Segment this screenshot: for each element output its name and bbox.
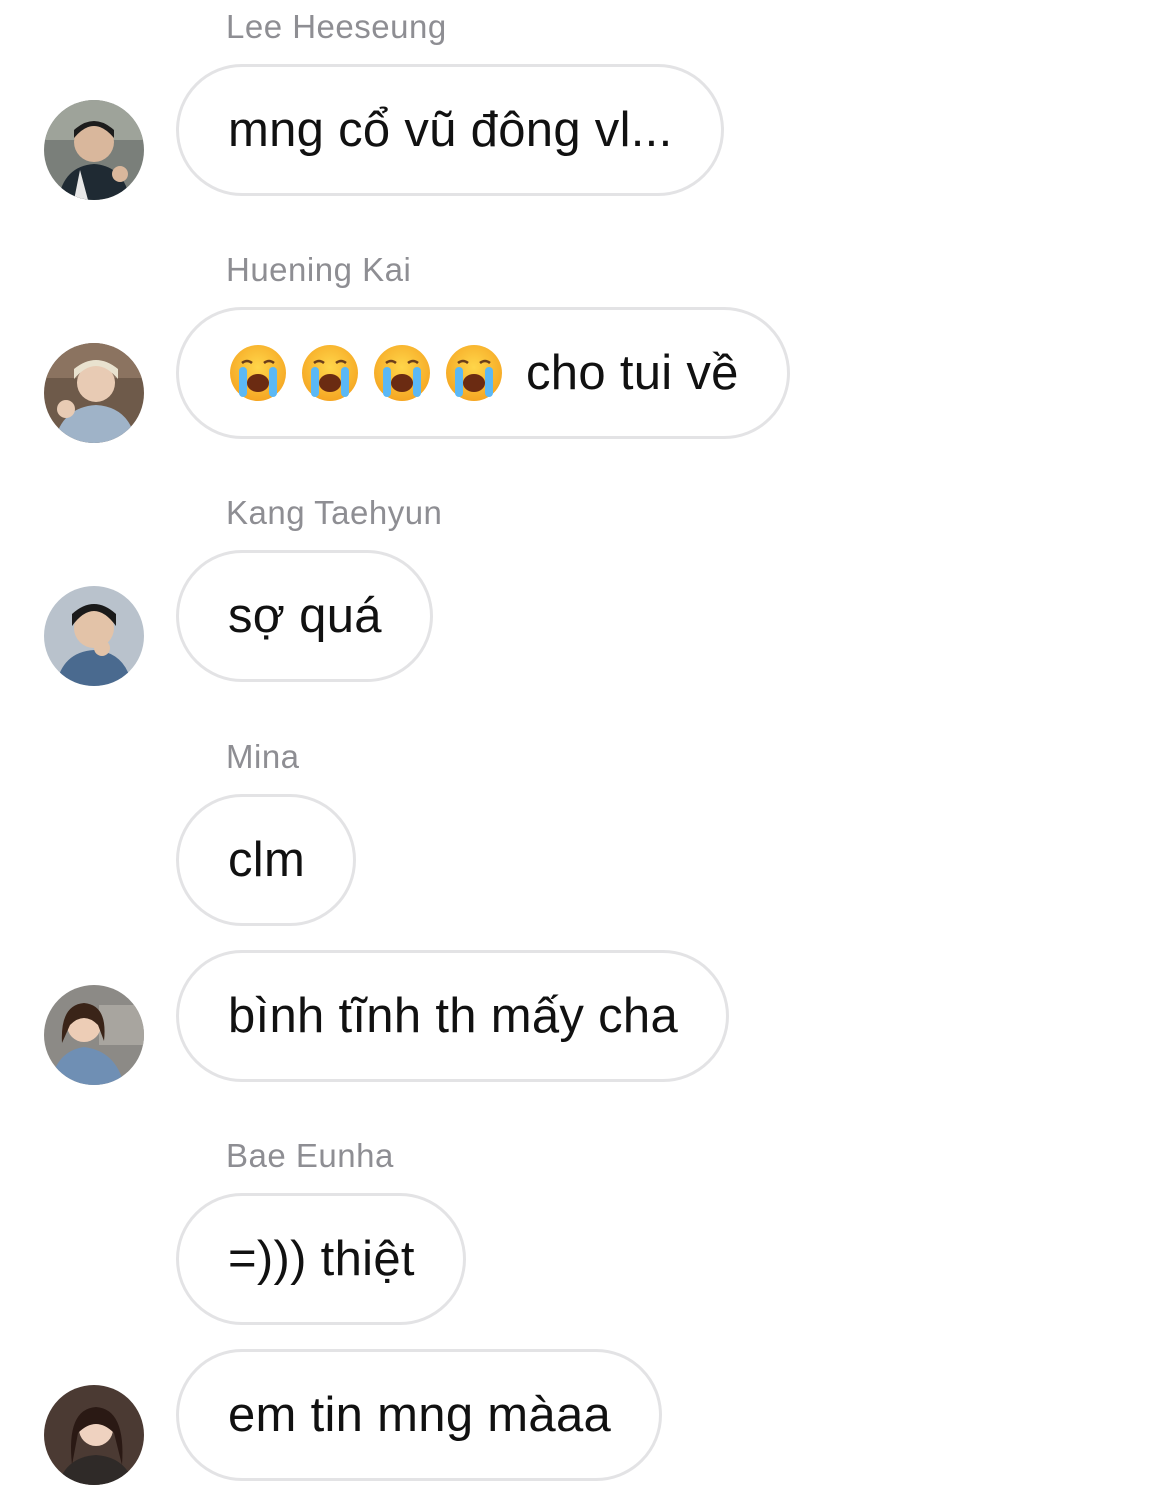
chat-thread: Lee Heeseung mng cổ vũ đông vl... Huenin…	[0, 0, 1170, 1512]
avatar-photo-icon	[44, 586, 144, 686]
avatar-photo-icon	[44, 100, 144, 200]
sender-name: Lee Heeseung	[226, 8, 447, 45]
message-text: bình tĩnh th mấy cha	[228, 989, 678, 1043]
message-bubble[interactable]: =))) thiệt	[176, 1193, 466, 1325]
avatar[interactable]	[44, 1385, 144, 1485]
message-bubble[interactable]: sợ quá	[176, 550, 433, 682]
sender-name: Kang Taehyun	[226, 494, 443, 531]
message-text: mng cổ vũ đông vl...	[228, 103, 673, 157]
message-bubble[interactable]: em tin mng màaa	[176, 1349, 663, 1481]
loudly-crying-face-icon	[444, 343, 504, 403]
avatar[interactable]	[44, 100, 144, 200]
avatar-photo-icon	[44, 343, 144, 443]
loudly-crying-face-icon	[372, 343, 432, 403]
avatar-photo-icon	[44, 1385, 144, 1485]
avatar[interactable]	[44, 985, 144, 1085]
message-text: clm	[228, 833, 306, 887]
message-text: sợ quá	[228, 589, 382, 643]
avatar[interactable]	[44, 586, 144, 686]
loudly-crying-face-icon	[300, 343, 360, 403]
message-text: cho tui về	[526, 346, 739, 400]
avatar-photo-icon	[44, 985, 144, 1085]
message-bubble[interactable]: mng cổ vũ đông vl...	[176, 64, 724, 196]
message-bubble[interactable]: bình tĩnh th mấy cha	[176, 950, 729, 1082]
message-text: em tin mng màaa	[228, 1388, 612, 1442]
message-text: =))) thiệt	[228, 1232, 415, 1286]
message-bubble[interactable]: clm	[176, 794, 357, 926]
sender-name: Huening Kai	[226, 251, 412, 288]
loudly-crying-face-icon	[228, 343, 288, 403]
sender-name: Bae Eunha	[226, 1137, 394, 1174]
avatar[interactable]	[44, 343, 144, 443]
sender-name: Mina	[226, 738, 300, 775]
message-bubble[interactable]: cho tui về	[176, 307, 790, 439]
